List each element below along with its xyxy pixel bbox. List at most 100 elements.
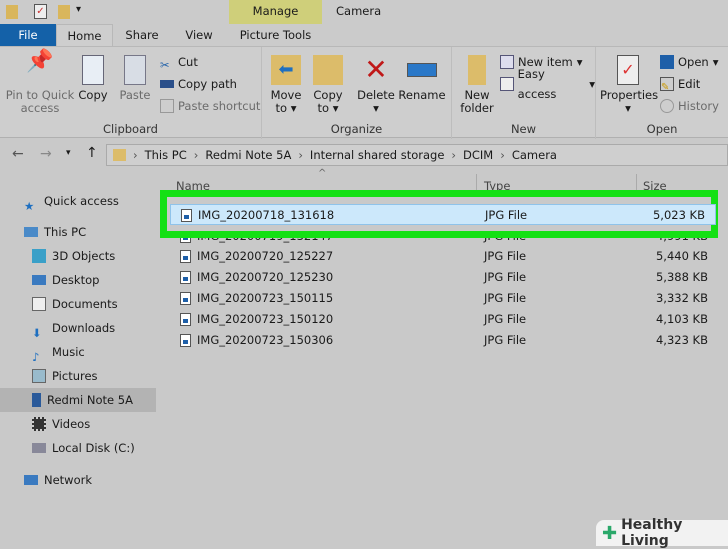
watermark: ✚ Healthy Living	[596, 517, 728, 549]
breadcrumb-internal-storage[interactable]: Internal shared storage	[310, 148, 445, 162]
scissors-icon: ✂	[160, 58, 170, 72]
navigation-bar: ← → ▾ ↑ › This PC › Redmi Note 5A › Intern…	[0, 140, 728, 170]
file-row[interactable]: IMG_20200720_125227 JPG File 5,440 KB	[170, 246, 718, 267]
jpg-file-icon	[181, 209, 192, 222]
document-icon	[32, 297, 46, 311]
clipboard-group: 📌 Pin to Quick access Copy Paste ✂ Cut Cop…	[0, 47, 262, 139]
history-button[interactable]: History	[660, 96, 719, 116]
sidebar-item-redmi-note-5a[interactable]: Redmi Note 5A	[0, 388, 156, 412]
ribbon: 📌 Pin to Quick access Copy Paste ✂ Cut Cop…	[0, 46, 728, 139]
breadcrumb-camera[interactable]: Camera	[512, 148, 557, 162]
breadcrumb-this-pc[interactable]: This PC	[145, 148, 187, 162]
jpg-file-icon	[180, 313, 191, 326]
sidebar-item-pictures[interactable]: Pictures	[0, 364, 156, 388]
back-arrow-icon[interactable]: ←	[12, 146, 24, 162]
breadcrumb-dcim[interactable]: DCIM	[463, 148, 493, 162]
organize-group: ⬅ Move to ▾ Copy to ▾ ✕ Delete ▾ Rename Org…	[262, 47, 452, 139]
new-folder-button[interactable]: New folder	[456, 55, 498, 115]
sidebar-item-local-disk[interactable]: Local Disk (C:)	[0, 436, 156, 460]
open-group: ✓ Properties ▾ Open ▾ ✎ Edit History Open	[596, 47, 728, 139]
ribbon-tabs: File Home Share View Picture Tools	[0, 24, 728, 46]
network-icon	[24, 475, 38, 485]
rename-button[interactable]: Rename	[398, 55, 446, 102]
file-row[interactable]: IMG_20200723_150120 JPG File 4,103 KB	[170, 309, 718, 330]
easy-access-icon	[500, 77, 514, 91]
new-folder-icon	[468, 55, 486, 85]
properties-quick-icon[interactable]: ✓	[34, 4, 47, 19]
pin-icon: 📌	[26, 49, 54, 74]
manage-context-label: Manage	[229, 0, 322, 24]
copy-icon	[82, 55, 104, 85]
open-image-icon	[660, 55, 674, 69]
navigation-pane: ★ Quick access This PC 3D Objects Desktop…	[0, 172, 158, 546]
sidebar-item-downloads[interactable]: ⬇ Downloads	[0, 316, 156, 340]
desktop-icon	[32, 275, 46, 285]
paste-shortcut-button[interactable]: Paste shortcut	[160, 96, 260, 116]
sidebar-item-music[interactable]: ♪ Music	[0, 340, 156, 364]
tab-view[interactable]: View	[175, 24, 223, 46]
cut-button[interactable]: ✂ Cut	[160, 52, 198, 72]
title-bar: ✓ ▾ Manage Camera	[0, 0, 728, 24]
folder-icon	[6, 5, 18, 19]
tab-file[interactable]: File	[0, 24, 56, 46]
forward-arrow-icon[interactable]: →	[40, 146, 52, 162]
new-group-label: New	[510, 122, 537, 136]
properties-icon: ✓	[617, 55, 639, 85]
up-arrow-icon[interactable]: ↑	[86, 145, 98, 161]
tab-home[interactable]: Home	[56, 24, 113, 46]
copy-button[interactable]: Copy	[76, 55, 110, 102]
paste-icon	[124, 55, 146, 85]
star-icon: ★	[24, 199, 35, 213]
sidebar-item-quick-access[interactable]: ★ Quick access	[0, 189, 156, 213]
music-note-icon: ♪	[32, 350, 40, 364]
new-group: New folder New item ▾ Easy access ▾ New	[452, 47, 596, 139]
sidebar-item-documents[interactable]: Documents	[0, 292, 156, 316]
move-to-button[interactable]: ⬅ Move to ▾	[268, 55, 304, 115]
open-group-label: Open	[646, 122, 678, 136]
phone-icon	[32, 393, 41, 407]
computer-icon	[24, 227, 38, 237]
cube-icon	[32, 249, 46, 263]
history-icon	[660, 99, 674, 113]
download-arrow-icon: ⬇	[32, 326, 42, 340]
copy-to-icon	[313, 55, 343, 85]
paste-button[interactable]: Paste	[118, 55, 152, 102]
edit-icon: ✎	[660, 77, 674, 93]
copy-to-button[interactable]: Copy to ▾	[310, 55, 346, 115]
sidebar-item-desktop[interactable]: Desktop	[0, 268, 156, 292]
jpg-file-icon	[180, 271, 191, 284]
file-row[interactable]: IMG_20200723_150306 JPG File 4,323 KB	[170, 330, 718, 351]
sidebar-item-videos[interactable]: Videos	[0, 412, 156, 436]
delete-x-icon: ✕	[364, 53, 388, 86]
tab-share[interactable]: Share	[117, 24, 167, 46]
easy-access-button[interactable]: Easy access ▾	[500, 67, 595, 101]
clipboard-group-label: Clipboard	[103, 122, 158, 136]
open-button[interactable]: Open ▾	[660, 52, 719, 72]
file-row-selected[interactable]: IMG_20200718_131618 JPG File 5,023 KB	[170, 204, 716, 225]
pin-quick-access-button[interactable]: 📌 Pin to Quick access	[4, 49, 76, 115]
copy-path-icon	[160, 80, 174, 88]
file-row[interactable]: IMG_20200720_125230 JPG File 5,388 KB	[170, 267, 718, 288]
properties-button[interactable]: ✓ Properties ▾	[600, 55, 658, 115]
sidebar-item-network[interactable]: Network	[0, 468, 156, 492]
new-item-icon	[500, 55, 514, 69]
file-row[interactable]: IMG_20200723_150115 JPG File 3,332 KB	[170, 288, 718, 309]
rename-icon	[407, 63, 437, 77]
copy-path-button[interactable]: Copy path	[160, 74, 237, 94]
recent-locations-chevron-icon[interactable]: ▾	[66, 148, 71, 158]
move-to-icon: ⬅	[271, 55, 301, 85]
sidebar-item-this-pc[interactable]: This PC	[0, 220, 156, 244]
edit-button[interactable]: ✎ Edit	[660, 74, 700, 94]
customize-toolbar-icon[interactable]: ▾	[76, 4, 81, 15]
jpg-file-icon	[180, 292, 191, 305]
folder-icon	[113, 149, 126, 161]
sidebar-item-3d-objects[interactable]: 3D Objects	[0, 244, 156, 268]
delete-button[interactable]: ✕ Delete ▾	[356, 55, 396, 115]
jpg-file-icon	[180, 250, 191, 263]
breadcrumb-redmi[interactable]: Redmi Note 5A	[205, 148, 291, 162]
tab-picture-tools[interactable]: Picture Tools	[229, 24, 322, 46]
address-bar[interactable]: › This PC › Redmi Note 5A › Internal share…	[106, 144, 728, 166]
window-title: Camera	[336, 4, 382, 18]
pictures-icon	[32, 369, 46, 383]
new-folder-quick-icon[interactable]	[58, 5, 70, 19]
